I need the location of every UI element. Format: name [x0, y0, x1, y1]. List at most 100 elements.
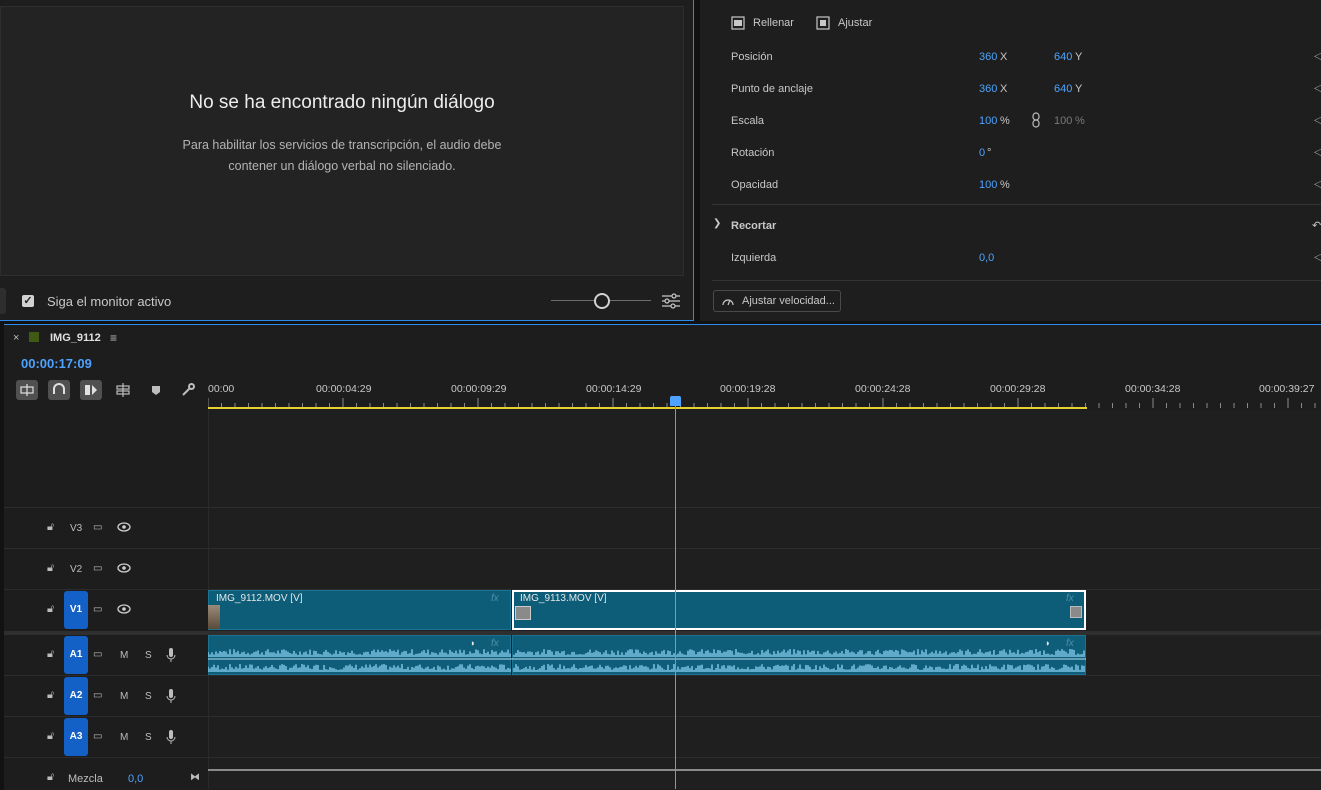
position-x-unit: X: [1000, 51, 1008, 63]
eye-icon[interactable]: [117, 604, 131, 614]
keyframe-nav-icon[interactable]: ◁: [1314, 51, 1321, 62]
effect-controls-panel: [700, 0, 1321, 321]
clip-name: IMG_9112.MOV [V]: [216, 593, 303, 604]
section-divider: [712, 280, 1321, 281]
scale-value[interactable]: 100: [979, 115, 997, 127]
ruler-label: 00:00: [208, 383, 235, 395]
fill-label[interactable]: Rellenar: [753, 17, 794, 29]
scale-height-unit: %: [1075, 115, 1085, 127]
lock-icon[interactable]: 🔓︎: [47, 771, 54, 784]
position-y-value[interactable]: 640: [1054, 51, 1072, 63]
track-label-v3[interactable]: V3: [70, 523, 82, 534]
fit-icon[interactable]: [816, 16, 830, 30]
chevron-down-icon[interactable]: ❯: [713, 218, 721, 229]
fit-label[interactable]: Ajustar: [838, 17, 872, 29]
ruler-label: 00:00:04:29: [316, 383, 372, 395]
reset-icon[interactable]: ↶: [1312, 219, 1321, 232]
mix-volume-line: [208, 769, 1321, 771]
follow-monitor-checkbox[interactable]: ✓: [22, 295, 34, 307]
mix-track-label: Mezcla: [68, 773, 103, 785]
lock-icon[interactable]: 🔓︎: [47, 689, 54, 702]
sync-lock-icon[interactable]: ▭: [93, 563, 102, 574]
anchor-y-value[interactable]: 640: [1054, 83, 1072, 95]
settings-sliders-icon[interactable]: [661, 292, 681, 310]
track-label-v2[interactable]: V2: [70, 564, 82, 575]
ruler-label: 00:00:39:27: [1259, 383, 1315, 395]
position-x-value[interactable]: 360: [979, 51, 997, 63]
snap-magnet-button[interactable]: [48, 380, 70, 400]
eye-icon[interactable]: [117, 522, 131, 532]
mute-button[interactable]: M: [120, 732, 128, 743]
panel-edge-button[interactable]: [0, 288, 6, 314]
microphone-icon[interactable]: [166, 729, 176, 745]
linked-selection-button[interactable]: [80, 380, 102, 400]
lock-icon[interactable]: 🔓︎: [47, 603, 54, 616]
keyframe-nav-icon[interactable]: ◁: [1314, 147, 1321, 158]
link-chain-icon[interactable]: [1031, 112, 1041, 128]
sequence-tab-title[interactable]: IMG_9112: [50, 332, 101, 344]
anchor-point-label: Punto de anclaje: [731, 83, 813, 95]
playhead-handle[interactable]: [670, 396, 681, 406]
adjust-speed-label: Ajustar velocidad...: [742, 295, 835, 307]
lock-icon[interactable]: 🔓︎: [47, 730, 54, 743]
clip-thumbnail: [515, 606, 531, 620]
anchor-y-unit: Y: [1075, 83, 1083, 95]
track-label-v1[interactable]: V1: [64, 591, 88, 629]
sync-lock-icon[interactable]: ▭: [93, 731, 102, 742]
crop-left-value[interactable]: 0,0: [979, 252, 994, 264]
opacity-unit: %: [1000, 179, 1010, 191]
go-to-end-icon[interactable]: ⧓: [190, 772, 200, 783]
clip-thumbnail: [1070, 606, 1082, 618]
ruler-label: 00:00:24:28: [855, 383, 911, 395]
solo-button[interactable]: S: [145, 732, 152, 743]
fill-icon[interactable]: [731, 16, 745, 30]
fx-badge[interactable]: fx: [1066, 593, 1074, 604]
keyframe-nav-icon[interactable]: ◁: [1314, 179, 1321, 190]
sync-lock-icon[interactable]: ▭: [93, 690, 102, 701]
microphone-icon[interactable]: [166, 688, 176, 704]
add-marker-track-button[interactable]: [112, 380, 134, 400]
microphone-icon[interactable]: [166, 647, 176, 663]
lock-icon[interactable]: 🔓︎: [47, 648, 54, 661]
sync-lock-icon[interactable]: ▭: [93, 604, 102, 615]
close-tab-icon[interactable]: ×: [13, 332, 19, 344]
mute-button[interactable]: M: [120, 691, 128, 702]
mix-volume-value[interactable]: 0,0: [128, 773, 143, 785]
solo-button[interactable]: S: [145, 691, 152, 702]
keyframe-nav-icon[interactable]: ◁: [1314, 252, 1321, 263]
sync-lock-icon[interactable]: ▭: [93, 522, 102, 533]
marker-icon[interactable]: [145, 380, 167, 400]
anchor-x-value[interactable]: 360: [979, 83, 997, 95]
track-label-a2[interactable]: A2: [64, 677, 88, 715]
track-separator: [4, 757, 1321, 758]
track-separator: [4, 716, 1321, 717]
playhead-timecode[interactable]: 00:00:17:09: [21, 356, 92, 371]
fx-badge[interactable]: fx: [491, 593, 499, 604]
panel-menu-icon[interactable]: ≡: [110, 331, 117, 345]
zoom-slider-handle[interactable]: [594, 293, 610, 309]
wrench-icon[interactable]: [177, 380, 199, 400]
lock-icon[interactable]: 🔓︎: [47, 562, 54, 575]
track-label-a3[interactable]: A3: [64, 718, 88, 756]
insert-sequence-nest-button[interactable]: [16, 380, 38, 400]
work-area-bar[interactable]: [208, 407, 1087, 409]
track-headers: [4, 410, 207, 789]
rotation-value[interactable]: 0: [979, 147, 985, 159]
no-dialog-description-line1: Para habilitar los servicios de transcri…: [182, 138, 502, 152]
crop-section-title[interactable]: Recortar: [731, 220, 776, 232]
playhead-line[interactable]: [675, 398, 676, 789]
solo-button[interactable]: S: [145, 650, 152, 661]
audio-keyframe-icon[interactable]: ◗: [470, 638, 475, 648]
sync-lock-icon[interactable]: ▭: [93, 649, 102, 660]
lock-icon[interactable]: 🔓︎: [47, 521, 54, 534]
no-dialog-description-line2: contener un diálogo verbal no silenciado…: [228, 159, 456, 173]
track-label-a1[interactable]: A1: [64, 636, 88, 674]
opacity-value[interactable]: 100: [979, 179, 997, 191]
keyframe-nav-icon[interactable]: ◁: [1314, 83, 1321, 94]
audio-waveform: [208, 649, 1086, 672]
mute-button[interactable]: M: [120, 650, 128, 661]
keyframe-nav-icon[interactable]: ◁: [1314, 115, 1321, 126]
audio-keyframe-icon[interactable]: ◗: [1045, 638, 1050, 648]
ruler-label: 00:00:34:28: [1125, 383, 1181, 395]
eye-icon[interactable]: [117, 563, 131, 573]
